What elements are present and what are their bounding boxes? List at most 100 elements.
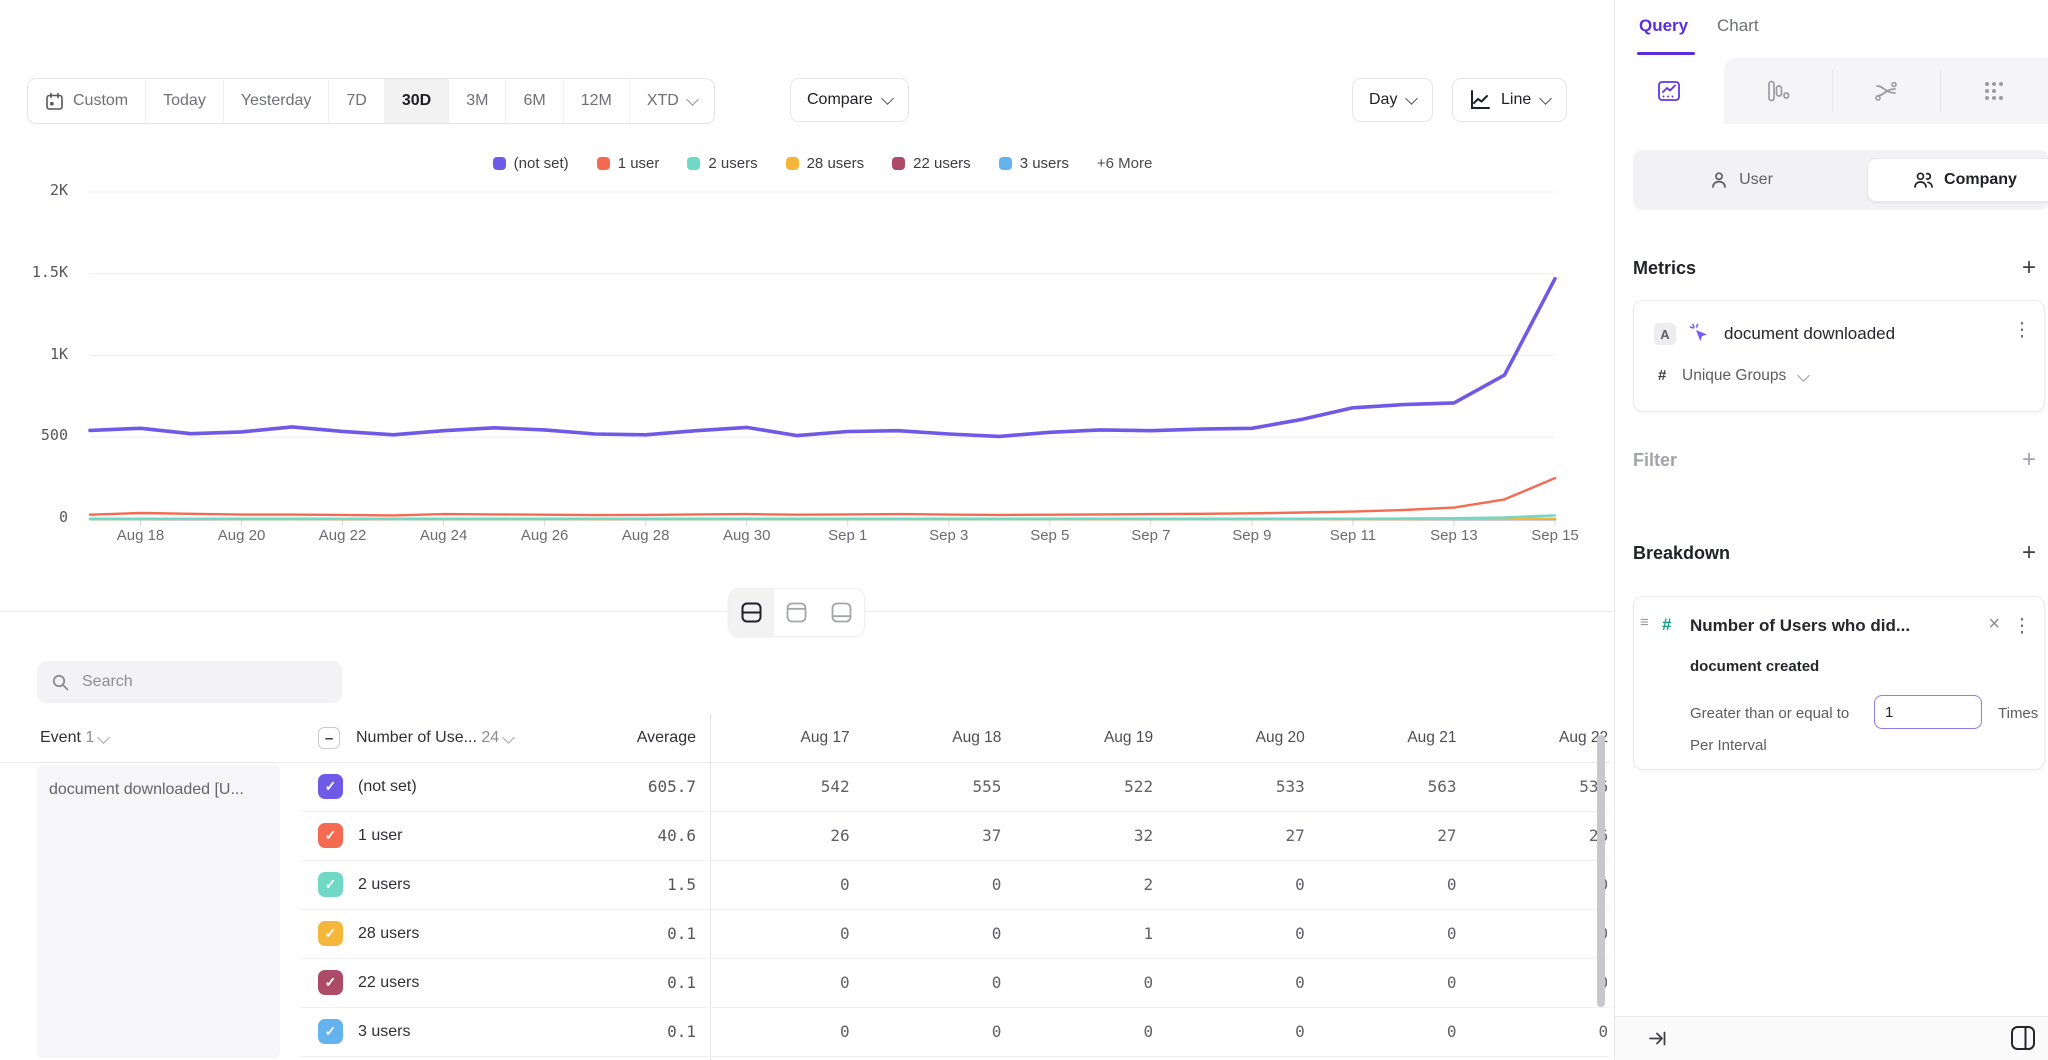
close-icon[interactable]: × bbox=[1988, 613, 2000, 636]
legend-item[interactable]: 28 users bbox=[786, 155, 865, 172]
series-line-2 users[interactable] bbox=[90, 515, 1555, 519]
add-metric-button[interactable]: + bbox=[2015, 254, 2043, 282]
dots-grid-tab-icon bbox=[1982, 79, 2006, 103]
row-value: 0 bbox=[1013, 958, 1153, 1007]
day-column-header[interactable]: Aug 21 bbox=[1317, 714, 1469, 762]
legend-item[interactable]: 1 user bbox=[597, 155, 660, 172]
series-line-(not set)[interactable] bbox=[90, 279, 1555, 437]
metric-letter-badge: A bbox=[1654, 323, 1676, 345]
search-box[interactable] bbox=[37, 661, 342, 703]
layout-chart-only-button[interactable] bbox=[774, 589, 819, 636]
aggregation-dropdown[interactable]: Unique Groups bbox=[1682, 367, 1808, 385]
day-column-header[interactable]: Aug 20 bbox=[1165, 714, 1317, 762]
per-interval-label[interactable]: Per Interval bbox=[1690, 737, 1767, 754]
collapse-panel-icon[interactable] bbox=[1647, 1028, 1668, 1049]
row-value: 0 bbox=[1469, 1007, 1609, 1056]
breakdown-event-name[interactable]: document created bbox=[1690, 658, 1819, 675]
row-label: 22 users bbox=[358, 958, 419, 1007]
x-tick-label: Sep 11 bbox=[1308, 527, 1398, 544]
range-12m[interactable]: 12M bbox=[563, 79, 629, 123]
tab-chart[interactable]: Chart bbox=[1717, 16, 1759, 36]
chevron-down-icon bbox=[97, 731, 110, 744]
kebab-menu-icon[interactable]: ⋮ bbox=[2012, 615, 2032, 638]
range-today[interactable]: Today bbox=[145, 79, 223, 123]
event-name-label: document downloaded [U... bbox=[37, 765, 280, 799]
layout-split-button[interactable] bbox=[729, 589, 774, 636]
view-tab-retention[interactable] bbox=[1982, 79, 2006, 103]
row-checkbox[interactable]: ✓ bbox=[318, 921, 343, 946]
range-yesterday[interactable]: Yesterday bbox=[223, 79, 329, 123]
row-checkbox[interactable]: ✓ bbox=[318, 774, 343, 799]
row-label: 3 users bbox=[358, 1007, 410, 1056]
x-tick-label: Sep 3 bbox=[904, 527, 994, 544]
row-checkbox[interactable]: ✓ bbox=[318, 1019, 343, 1044]
layout-table-only-button[interactable] bbox=[819, 589, 864, 636]
condition-value-input[interactable] bbox=[1874, 695, 1982, 729]
legend-item[interactable]: 3 users bbox=[999, 155, 1069, 172]
select-all-checkbox[interactable]: – bbox=[318, 727, 340, 749]
metric-card[interactable]: A document downloaded ⋮ # Unique Groups bbox=[1633, 300, 2045, 412]
series-line-1 user[interactable] bbox=[90, 478, 1555, 515]
legend-label: (not set) bbox=[514, 155, 569, 172]
add-filter-button[interactable]: + bbox=[2015, 446, 2043, 474]
range-label: 12M bbox=[581, 92, 612, 110]
scope-company-button[interactable]: Company bbox=[1867, 158, 2048, 202]
range-label: 7D bbox=[346, 92, 366, 110]
table-row: ✓(not set)605.7542555522533563536 bbox=[300, 762, 1610, 812]
compare-button[interactable]: Compare bbox=[790, 78, 909, 122]
x-tick-label: Sep 13 bbox=[1409, 527, 1499, 544]
average-column-header: Average bbox=[560, 714, 696, 762]
legend-item[interactable]: 2 users bbox=[687, 155, 757, 172]
range-3m[interactable]: 3M bbox=[448, 79, 505, 123]
bottom-panel-icon bbox=[831, 602, 852, 623]
row-checkbox[interactable]: ✓ bbox=[318, 823, 343, 848]
day-column-header[interactable]: Aug 18 bbox=[862, 714, 1014, 762]
vertical-scrollbar[interactable] bbox=[1597, 735, 1605, 1007]
row-value: 0 bbox=[710, 958, 850, 1007]
scope-user-button[interactable]: User bbox=[1633, 150, 1849, 210]
day-column-header[interactable]: Aug 17 bbox=[710, 714, 862, 762]
row-value: 0 bbox=[710, 909, 850, 958]
chart-type-dropdown[interactable]: Line bbox=[1452, 78, 1567, 122]
range-custom[interactable]: Custom bbox=[28, 79, 145, 123]
row-checkbox[interactable]: ✓ bbox=[318, 872, 343, 897]
x-tick-label: Sep 5 bbox=[1005, 527, 1095, 544]
tab-query[interactable]: Query bbox=[1639, 16, 1688, 36]
panel-footer bbox=[1615, 1016, 2048, 1060]
range-label: Today bbox=[163, 92, 206, 110]
range-6m[interactable]: 6M bbox=[505, 79, 562, 123]
chart-legend: (not set) 1 user 2 users 28 users 22 users 3 … bbox=[90, 155, 1555, 172]
event-name-cell[interactable]: document downloaded [U... bbox=[37, 765, 280, 1058]
legend-label: 1 user bbox=[618, 155, 660, 172]
row-checkbox[interactable]: ✓ bbox=[318, 970, 343, 995]
group-column-header[interactable]: Number of Use... 24 bbox=[356, 714, 513, 762]
view-tab-bar-chart[interactable] bbox=[1766, 79, 1790, 103]
layout-toggle-group bbox=[728, 588, 865, 637]
view-tab-flows[interactable] bbox=[1874, 79, 1898, 103]
query-panel: Query Chart User bbox=[1614, 0, 2048, 1060]
breakdown-heading: Breakdown bbox=[1633, 543, 1730, 564]
legend-item[interactable]: (not set) bbox=[493, 155, 569, 172]
interval-dropdown[interactable]: Day bbox=[1352, 78, 1433, 122]
side-panel-layout-icon[interactable] bbox=[2009, 1024, 2037, 1052]
x-tick-label: Aug 24 bbox=[399, 527, 489, 544]
range-7d[interactable]: 7D bbox=[328, 79, 383, 123]
event-column-header[interactable]: Event 1 bbox=[40, 714, 108, 762]
view-tab-segmentation[interactable] bbox=[1657, 79, 1681, 103]
legend-more[interactable]: +6 More bbox=[1097, 155, 1152, 172]
chevron-down-icon bbox=[1539, 92, 1552, 105]
kebab-menu-icon[interactable]: ⋮ bbox=[2012, 319, 2032, 342]
legend-item[interactable]: 22 users bbox=[892, 155, 971, 172]
x-tick-label: Aug 20 bbox=[197, 527, 287, 544]
x-tick-label: Sep 15 bbox=[1510, 527, 1600, 544]
add-breakdown-button[interactable]: + bbox=[2015, 539, 2043, 567]
range-xtd[interactable]: XTD bbox=[629, 79, 714, 123]
row-average: 0.1 bbox=[560, 958, 696, 1007]
drag-handle-icon[interactable]: ≡ bbox=[1640, 614, 1649, 631]
search-input[interactable] bbox=[80, 672, 304, 692]
breakdown-condition-label[interactable]: Greater than or equal to bbox=[1690, 697, 1849, 731]
breakdown-card[interactable]: ≡ # Number of Users who did... × ⋮ docum… bbox=[1633, 596, 2045, 770]
range-30d[interactable]: 30D bbox=[384, 79, 448, 123]
range-label: XTD bbox=[647, 92, 679, 110]
day-column-header[interactable]: Aug 19 bbox=[1013, 714, 1165, 762]
